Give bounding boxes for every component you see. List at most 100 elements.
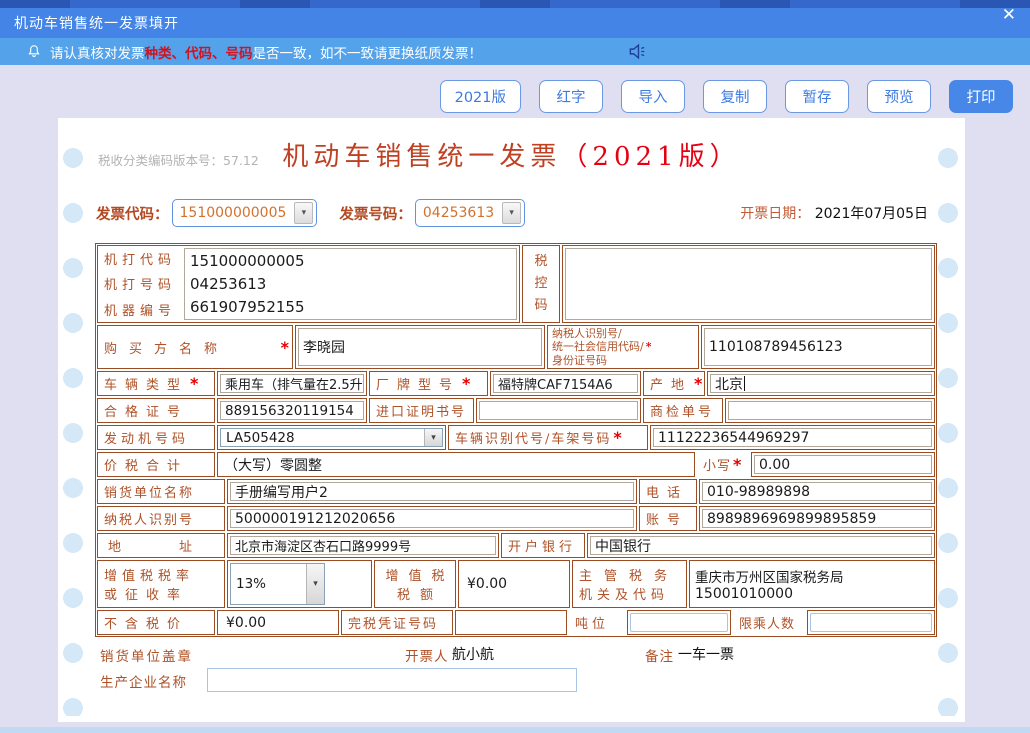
vat-rate-label-cell: 增值税税率 或征收率 [97,560,225,608]
chevron-down-icon: ▾ [294,202,313,224]
seat-limit-label-cell: 限乘人数 [733,610,805,635]
vin-cell: 11122236544969297 [650,425,935,450]
manufacturer-input[interactable] [207,668,577,692]
seat-limit-label: 限乘人数 [733,613,795,632]
invoice-code-select[interactable]: 151000000005 ▾ [172,199,318,227]
tonnage-cell [627,610,731,635]
tax-control-code-input[interactable] [565,248,932,320]
remark-value: 一车一票 [678,644,734,664]
certificate-cell: 889156320119154 [217,398,367,423]
vehicle-type-input[interactable]: 乘用车（排气量在2.5升以 [220,374,364,393]
buyer-id-input[interactable]: 110108789456123 [704,328,932,366]
total-lowercase-input[interactable]: 0.00 [754,455,932,474]
issue-date-value: 2021年07月05日 [815,206,928,222]
toolbar: 2021版 红字 导入 复制 暂存 预览 打印 [440,80,1013,113]
vin-input[interactable]: 11122236544969297 [653,428,932,447]
total-uppercase-value: （大写）零圆整 [218,455,322,475]
net-price-value: ¥0.00 [218,615,266,631]
required-asterisk: * [646,340,652,353]
invoice-title-main: 机动车销售统一发票 [282,142,561,172]
origin-label: 产地 [644,374,692,393]
inspection-cell [725,398,935,423]
tonnage-label-cell: 吨位 [569,610,625,635]
account-label: 账号 [640,509,688,528]
address-label-cell: 地址 [97,533,225,558]
authority-cell: 重庆市万州区国家税务局 15001010000 [689,560,935,608]
vat-rate-select[interactable]: 13% ▾ [230,563,325,605]
printed-codes-input[interactable]: 151000000005 04253613 661907952155 [184,248,517,320]
invoice-code-label: 发票代码： [96,203,169,224]
printed-code-value: 151000000005 [190,252,516,270]
brand-model-input[interactable]: 福特牌CAF7154A6 [493,374,638,393]
preview-button[interactable]: 预览 [867,80,931,113]
bank-label-cell: 开户银行 [501,533,585,558]
certificate-label-cell: 合格证号 [97,398,215,423]
version-2021-button[interactable]: 2021版 [440,80,521,113]
notice-text-suffix: 是否一致，如不一致请更换纸质发票！ [253,42,483,62]
speaker-icon[interactable] [628,43,647,60]
engine-select[interactable]: LA505428 ▾ [220,428,443,447]
import-cert-cell [476,398,641,423]
machine-number-label: 机器编号 [98,300,182,319]
remark-label: 备注 [645,645,674,665]
tax-receipt-label: 完税凭证号码 [342,613,438,632]
seat-limit-input[interactable] [810,613,932,632]
bank-input[interactable]: 中国银行 [590,536,932,555]
tax-control-code-label: 税 控 码 [522,245,560,323]
print-button[interactable]: 打印 [949,80,1013,113]
seller-tax-id-cell: 500000191212020656 [227,506,637,531]
vat-amount-label-line1: 增值税 [375,565,454,584]
perforation-dots-left [62,132,84,716]
address-cell: 北京市海淀区杏石口路9999号 [227,533,499,558]
vehicle-type-cell: 乘用车（排气量在2.5升以 [217,371,367,396]
copy-button[interactable]: 复制 [703,80,767,113]
close-icon[interactable]: ✕ [1002,4,1016,26]
total-label-cell: 价税合计 [97,452,215,477]
issue-date: 开票日期： 2021年07月05日 [740,203,928,223]
save-draft-button[interactable]: 暂存 [785,80,849,113]
account-input[interactable]: 8989896969899895859 [702,509,932,528]
vat-rate-label-line2: 或征收率 [98,584,188,603]
buyer-name-input[interactable]: 李晓园 [298,328,542,366]
required-asterisk: * [733,455,741,474]
vehicle-type-label-cell: 车辆类型* [97,371,215,396]
seller-tax-id-input[interactable]: 500000191212020656 [230,509,634,528]
invoice-title-version: （2021版） [561,142,740,172]
bottom-edge-strip [0,727,1030,733]
red-invoice-button[interactable]: 红字 [539,80,603,113]
origin-input[interactable]: 北京 [710,374,932,393]
vat-rate-cell: 13% ▾ [227,560,372,608]
issue-date-label: 开票日期： [740,206,810,222]
import-cert-input[interactable] [479,401,638,420]
invoice-number-select[interactable]: 04253613 ▾ [415,199,525,227]
buyer-name-cell: 李晓园 [295,325,545,369]
engine-cell: LA505428 ▾ [217,425,446,450]
vat-amount-cell: ¥0.00 [458,560,570,608]
certificate-input[interactable]: 889156320119154 [220,401,364,420]
vin-label-cell: 车辆识别代号/车架号码* [448,425,648,450]
import-button[interactable]: 导入 [621,80,685,113]
required-asterisk: * [462,374,470,393]
bell-icon [26,43,42,60]
seller-input[interactable]: 手册编写用户2 [230,482,634,501]
origin-cell: 北京 [707,371,935,396]
vat-rate-value: 13% [236,576,266,592]
chevron-down-icon: ▾ [306,564,324,604]
seller-stamp-label: 销货单位盖章 [100,645,193,665]
address-input[interactable]: 北京市海淀区杏石口路9999号 [230,536,496,555]
invoice-code-row: 发票代码： 151000000005 ▾ 发票号码： 04253613 ▾ 开票… [96,198,928,228]
address-label: 地址 [98,536,224,555]
invoice-number-label: 发票号码： [339,203,412,224]
total-lowercase-label: 小写 [697,455,731,474]
phone-input[interactable]: 010-98989898 [702,482,932,501]
total-lowercase-cell: 0.00 [751,452,935,477]
tonnage-input[interactable] [630,613,728,632]
manufacturer-label: 生产企业名称 [100,671,187,691]
inspection-input[interactable] [728,401,932,420]
required-asterisk: * [190,374,198,393]
invoice-code-value: 151000000005 [180,205,287,221]
seller-tax-id-label-cell: 纳税人识别号 [97,506,225,531]
issuer-label: 开票人 [405,645,449,665]
seat-limit-cell [807,610,935,635]
import-cert-label-cell: 进口证明书号 [369,398,474,423]
